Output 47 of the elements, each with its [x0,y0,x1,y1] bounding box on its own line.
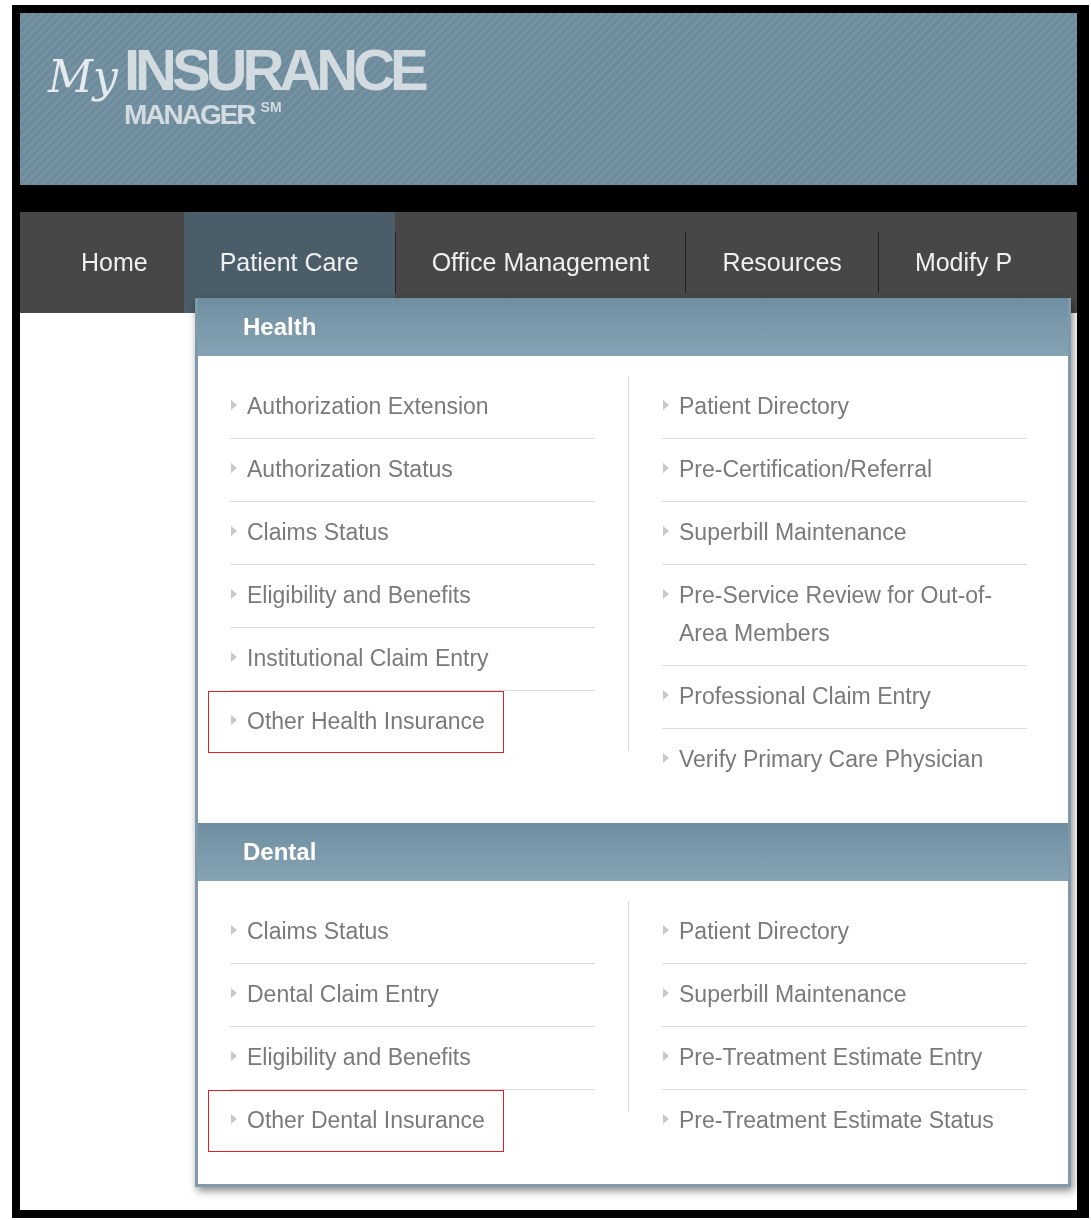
service-mark: SM [260,99,282,115]
menu-item[interactable]: Patient Directory [640,376,868,438]
arrow-icon [231,589,237,599]
logo-subtitle: MANAGER [123,99,257,131]
menu-item[interactable]: Claims Status [208,901,408,963]
logo-title: INSURANCE [123,37,426,102]
arrow-icon [663,753,669,763]
arrow-icon [663,589,669,599]
menu-item[interactable]: Pre-Treatment Estimate Entry [640,1027,1002,1089]
menu-item[interactable]: Other Health Insurance [208,691,504,753]
arrow-icon [663,463,669,473]
menu-item[interactable]: Pre-Service Review for Out-of-Area Members [640,565,1027,665]
menu-item[interactable]: Authorization Extension [208,376,508,438]
arrow-icon [231,463,237,473]
menu-item[interactable]: Institutional Claim Entry [208,628,508,690]
arrow-icon [663,988,669,998]
arrow-icon [231,988,237,998]
arrow-icon [231,1051,237,1061]
menu-item[interactable]: Eligibility and Benefits [208,1027,490,1089]
menu-item[interactable]: Professional Claim Entry [640,666,950,728]
menu-item[interactable]: Dental Claim Entry [208,964,458,1026]
menu-item[interactable]: Superbill Maintenance [640,964,926,1026]
arrow-icon [663,400,669,410]
menu-item[interactable]: Pre-Certification/Referral [640,439,952,501]
arrow-icon [231,1114,237,1124]
arrow-icon [663,526,669,536]
arrow-icon [231,400,237,410]
arrow-icon [663,690,669,700]
arrow-icon [231,526,237,536]
section-header: Dental [198,823,1068,881]
menu-item[interactable]: Other Dental Insurance [208,1090,504,1152]
menu-item[interactable]: Superbill Maintenance [640,502,926,564]
arrow-icon [663,1051,669,1061]
menu-item[interactable]: Pre-Treatment Estimate Status [640,1090,1013,1152]
arrow-icon [231,715,237,725]
menu-item[interactable]: Verify Primary Care Physician [640,729,1003,791]
menu-item[interactable]: Claims Status [208,502,408,564]
logo-script: My [48,51,118,102]
arrow-icon [663,925,669,935]
section-header: Health [198,298,1068,356]
arrow-icon [231,652,237,662]
menu-item[interactable]: Patient Directory [640,901,868,963]
menu-item[interactable]: Authorization Status [208,439,472,501]
nav-tab[interactable]: Home [45,212,184,313]
arrow-icon [231,925,237,935]
menu-item[interactable]: Eligibility and Benefits [208,565,490,627]
arrow-icon [663,1114,669,1124]
